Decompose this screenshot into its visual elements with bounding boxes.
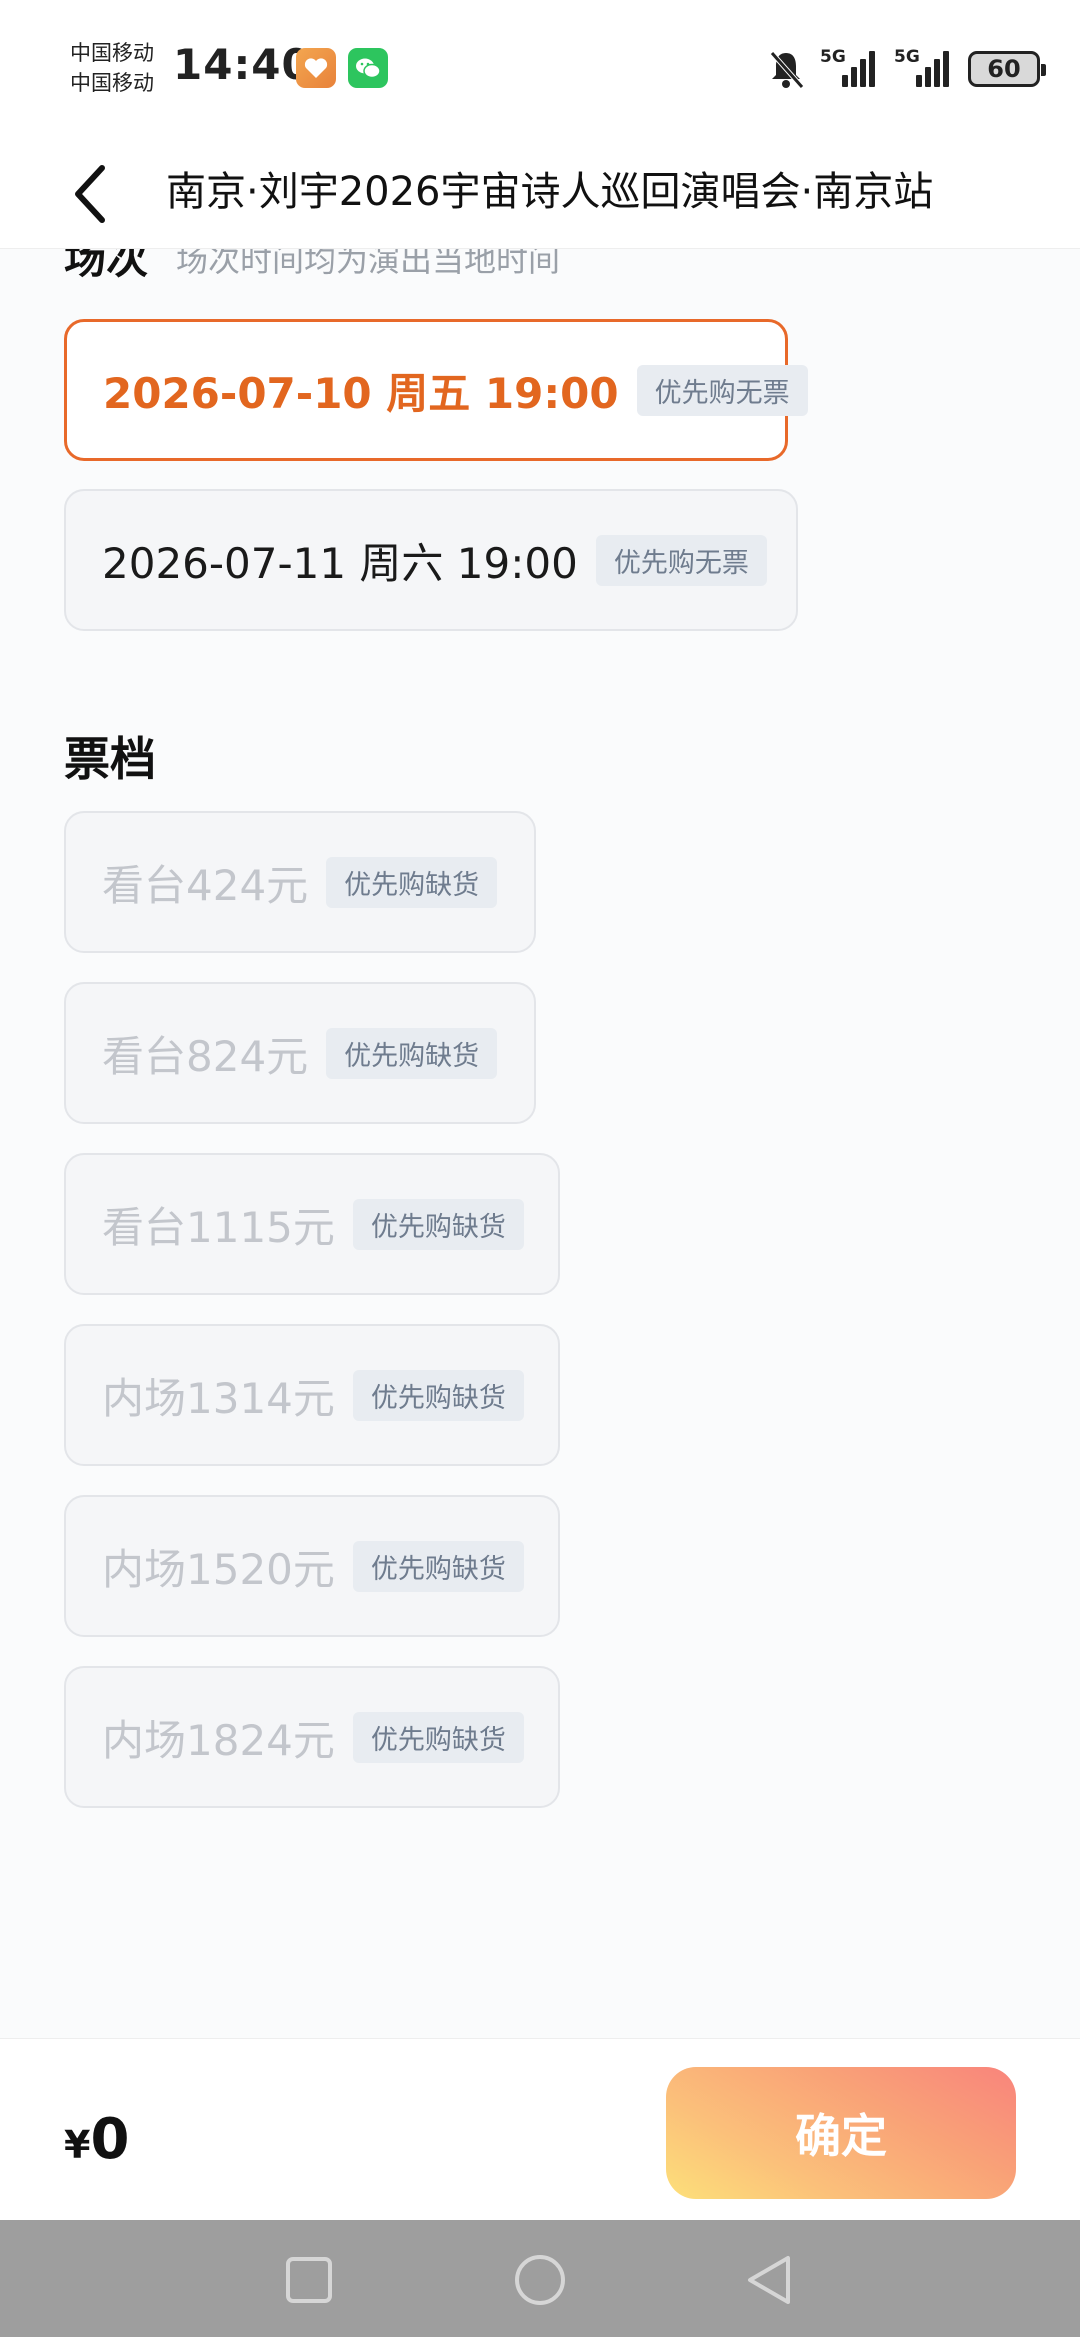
- session-option-label: 2026-07-10 周五 19:00: [103, 368, 619, 418]
- session-section-subtitle: 场次时间均为演出当地时间: [176, 249, 561, 279]
- ticket-option-1520[interactable]: 内场1520元 优先购缺货: [64, 1495, 560, 1637]
- selection-content[interactable]: 场次 场次时间均为演出当地时间 2026-07-10 周五 19:00 优先购无…: [0, 249, 1080, 2038]
- wechat-icon: [348, 48, 388, 88]
- carrier-1: 中国移动: [70, 41, 154, 65]
- currency-symbol: ¥: [64, 2123, 91, 2167]
- session-option-label: 2026-07-11 周六 19:00: [102, 538, 578, 588]
- session-option-0711[interactable]: 2026-07-11 周六 19:00 优先购无票: [64, 489, 798, 631]
- ticket-option-424[interactable]: 看台424元 优先购缺货: [64, 811, 536, 953]
- ticket-option-label: 内场1520元: [102, 1544, 335, 1594]
- health-app-icon: [296, 48, 336, 88]
- carrier-2: 中国移动: [70, 71, 154, 95]
- ticket-status-tag: 优先购缺货: [326, 1027, 498, 1079]
- session-status-tag: 优先购无票: [636, 364, 808, 416]
- carrier-info: 中国移动 中国移动: [70, 38, 154, 98]
- back-button[interactable]: [60, 154, 120, 234]
- ticket-status-tag: 优先购缺货: [352, 1198, 524, 1250]
- ticket-option-1314[interactable]: 内场1314元 优先购缺货: [64, 1324, 560, 1466]
- ticket-status-tag: 优先购缺货: [352, 1711, 524, 1763]
- confirm-button[interactable]: 确定: [666, 2067, 1016, 2199]
- battery-level: 60: [987, 55, 1021, 83]
- signal-2-icon: 5G: [894, 47, 954, 91]
- signal-2-label: 5G: [894, 47, 920, 67]
- ticket-option-label: 内场1824元: [102, 1715, 335, 1765]
- session-section-title: 场次: [64, 249, 149, 283]
- status-time: 14:40: [173, 40, 312, 89]
- page-header: 南京·刘宇2026宇宙诗人巡回演唱会·南京站: [0, 140, 1080, 249]
- ticket-option-label: 看台824元: [102, 1031, 309, 1081]
- ticket-section-title: 票档: [64, 732, 156, 786]
- system-nav-bar: [0, 2220, 1080, 2337]
- ticket-option-label: 内场1314元: [102, 1373, 335, 1423]
- ticket-status-tag: 优先购缺货: [352, 1369, 524, 1421]
- ticket-status-tag: 优先购缺货: [352, 1540, 524, 1592]
- chevron-left-icon: [75, 165, 105, 223]
- signal-1-icon: 5G: [820, 47, 880, 91]
- battery-icon: 60: [968, 51, 1046, 87]
- total-amount: 0: [90, 2107, 130, 2172]
- signal-1-label: 5G: [820, 47, 846, 67]
- ticket-option-824[interactable]: 看台824元 优先购缺货: [64, 982, 536, 1124]
- session-option-0710[interactable]: 2026-07-10 周五 19:00 优先购无票: [64, 319, 808, 461]
- mute-bell-icon: [766, 47, 806, 91]
- checkout-bar: ¥0 确定: [0, 2038, 1080, 2221]
- status-bar: 中国移动 中国移动 14:40 5G 5G 60: [0, 0, 1080, 140]
- session-status-tag: 优先购无票: [595, 534, 767, 586]
- ticket-option-label: 看台1115元: [102, 1202, 335, 1252]
- total-price: ¥0: [64, 2107, 129, 2172]
- home-icon[interactable]: [510, 2250, 570, 2310]
- ticket-option-label: 看台424元: [102, 860, 309, 910]
- ticket-status-tag: 优先购缺货: [326, 856, 498, 908]
- page-title: 南京·刘宇2026宇宙诗人巡回演唱会·南京站: [166, 169, 934, 215]
- recent-apps-icon[interactable]: [279, 2250, 339, 2310]
- back-nav-icon[interactable]: [740, 2250, 800, 2310]
- ticket-option-1115[interactable]: 看台1115元 优先购缺货: [64, 1153, 560, 1295]
- ticket-option-1824[interactable]: 内场1824元 优先购缺货: [64, 1666, 560, 1808]
